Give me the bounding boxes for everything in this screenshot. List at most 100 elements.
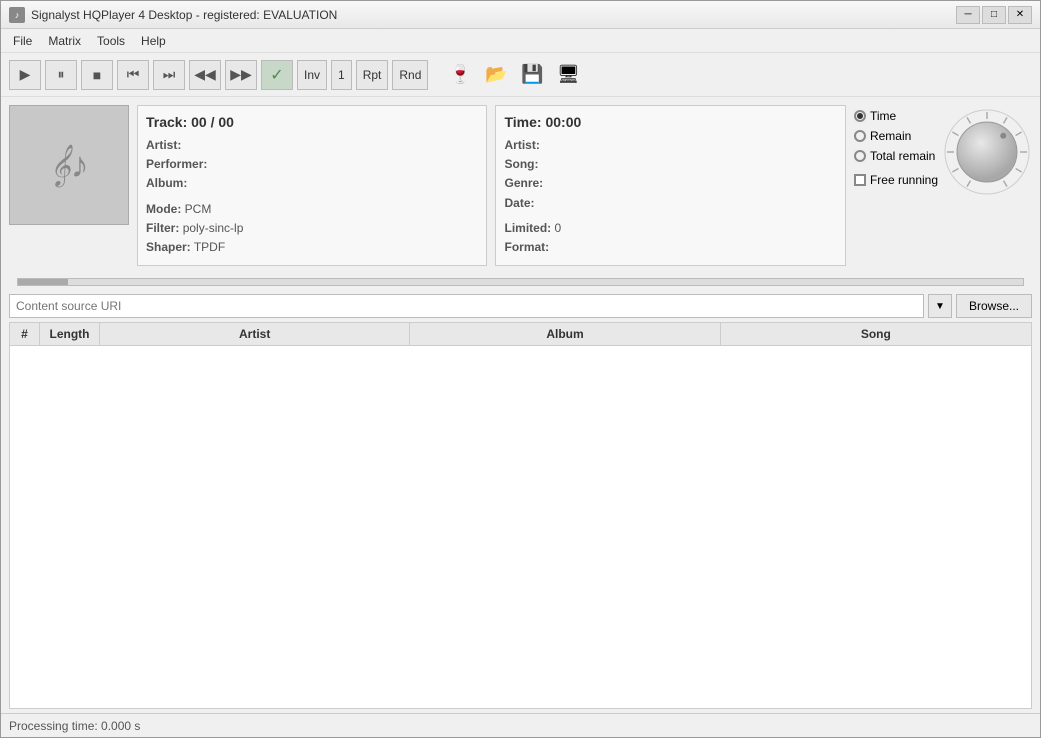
album-label: Album: [146, 176, 187, 190]
right-panel: Time Remain Total remain Free running [854, 105, 1032, 266]
table-body [10, 346, 1031, 708]
check-button[interactable]: ✓ [261, 60, 293, 90]
col-album: Album [410, 323, 720, 345]
maximize-button[interactable]: □ [982, 6, 1006, 24]
filter-field: Filter: poly-sinc-lp [146, 219, 478, 238]
col-length: Length [40, 323, 100, 345]
total-remain-radio-circle [854, 150, 866, 162]
mode-value: PCM [185, 202, 212, 216]
shaper-label: Shaper: [146, 240, 191, 254]
remain-radio[interactable]: Remain [854, 129, 938, 143]
table-header: # Length Artist Album Song [10, 323, 1031, 346]
prev-track-button[interactable]: ⏮ [117, 60, 149, 90]
track-title: Track: 00 / 00 [146, 114, 478, 130]
menu-help[interactable]: Help [133, 32, 174, 50]
menu-file[interactable]: File [5, 32, 40, 50]
performer-field: Performer: [146, 155, 478, 174]
date-label: Date: [504, 196, 534, 210]
artist-label: Artist: [146, 138, 181, 152]
status-bar: Processing time: 0.000 s [1, 713, 1040, 737]
menu-bar: File Matrix Tools Help [1, 29, 1040, 53]
next-track-button[interactable]: ⏭ [153, 60, 185, 90]
fast-forward-button[interactable]: ▶▶ [225, 60, 257, 90]
app-icon: ♪ [9, 7, 25, 23]
total-remain-radio-label: Total remain [870, 149, 935, 163]
time-label: Time: [504, 114, 545, 130]
artist-field: Artist: [146, 136, 478, 155]
time-radio-label: Time [870, 109, 896, 123]
col-artist: Artist [100, 323, 410, 345]
album-art: 𝄞♪ [9, 105, 129, 225]
limited-field: Limited: 0 [504, 219, 836, 238]
free-running-label: Free running [870, 173, 938, 187]
album-field: Album: [146, 174, 478, 193]
mode-label: Mode: [146, 202, 181, 216]
folder-icon-button[interactable]: 📂 [480, 60, 512, 90]
menu-matrix[interactable]: Matrix [40, 32, 89, 50]
time-radio[interactable]: Time [854, 109, 938, 123]
url-bar-row: ▼ Browse... [1, 290, 1040, 322]
rpt-button[interactable]: Rpt [356, 60, 389, 90]
song-label: Song: [504, 157, 538, 171]
time-radio-circle [854, 110, 866, 122]
col-number: # [10, 323, 40, 345]
format-field: Format: [504, 238, 836, 257]
genre-field: Genre: [504, 174, 836, 193]
title-bar: ♪ Signalyst HQPlayer 4 Desktop - registe… [1, 1, 1040, 29]
track-number: 00 / 00 [191, 114, 234, 130]
total-remain-radio[interactable]: Total remain [854, 149, 938, 163]
free-running-checkbox[interactable]: Free running [854, 173, 938, 187]
song-field: Song: [504, 155, 836, 174]
window-controls: ─ □ ✕ [956, 6, 1032, 24]
play-button[interactable]: ▶ [9, 60, 41, 90]
status-text: Processing time: 0.000 s [9, 719, 140, 733]
date-field: Date: [504, 194, 836, 213]
main-content: 𝄞♪ Track: 00 / 00 Artist: Performer: Alb… [1, 97, 1040, 274]
remain-radio-circle [854, 130, 866, 142]
genre-label: Genre: [504, 176, 543, 190]
format-label: Format: [504, 240, 549, 254]
performer-label: Performer: [146, 157, 207, 171]
col-song: Song [721, 323, 1031, 345]
menu-tools[interactable]: Tools [89, 32, 133, 50]
progress-bar-container[interactable] [1, 274, 1040, 290]
app-icon-button[interactable]: 🖥 [552, 60, 584, 90]
shaper-field: Shaper: TPDF [146, 238, 478, 257]
progress-fill [18, 279, 68, 285]
close-button[interactable]: ✕ [1008, 6, 1032, 24]
time-title: Time: 00:00 [504, 114, 836, 130]
track-label: Track: [146, 114, 191, 130]
time-value: 00:00 [545, 114, 581, 130]
url-dropdown-button[interactable]: ▼ [928, 294, 952, 318]
filter-label: Filter: [146, 221, 179, 235]
progress-bar[interactable] [17, 278, 1024, 286]
window-title: Signalyst HQPlayer 4 Desktop - registere… [31, 8, 337, 22]
time-artist-label: Artist: [504, 138, 539, 152]
url-input[interactable] [9, 294, 924, 318]
shaper-value: TPDF [194, 240, 225, 254]
rewind-button[interactable]: ◀◀ [189, 60, 221, 90]
mode-field: Mode: PCM [146, 200, 478, 219]
one-button[interactable]: 1 [331, 60, 352, 90]
free-running-box [854, 174, 866, 186]
radio-controls: Time Remain Total remain Free running [854, 105, 938, 187]
volume-knob-container[interactable] [942, 107, 1032, 197]
limited-value: 0 [555, 221, 562, 235]
pause-button[interactable]: ⏸ [45, 60, 77, 90]
playlist-table: # Length Artist Album Song [9, 322, 1032, 709]
time-artist-field: Artist: [504, 136, 836, 155]
limited-label: Limited: [504, 221, 551, 235]
inv-button[interactable]: Inv [297, 60, 327, 90]
rnd-button[interactable]: Rnd [392, 60, 428, 90]
stop-button[interactable]: ■ [81, 60, 113, 90]
toolbar: ▶ ⏸ ■ ⏮ ⏭ ◀◀ ▶▶ ✓ Inv 1 Rpt Rnd 🍷 📂 💾 🖥 [1, 53, 1040, 97]
volume-knob-svg [942, 107, 1032, 197]
remain-radio-label: Remain [870, 129, 911, 143]
wine-icon-button[interactable]: 🍷 [444, 60, 476, 90]
track-info-panel: Track: 00 / 00 Artist: Performer: Album:… [137, 105, 487, 266]
save-icon-button[interactable]: 💾 [516, 60, 548, 90]
time-panel: Time: 00:00 Artist: Song: Genre: Date: [495, 105, 845, 266]
minimize-button[interactable]: ─ [956, 6, 980, 24]
filter-value: poly-sinc-lp [183, 221, 244, 235]
browse-button[interactable]: Browse... [956, 294, 1032, 318]
